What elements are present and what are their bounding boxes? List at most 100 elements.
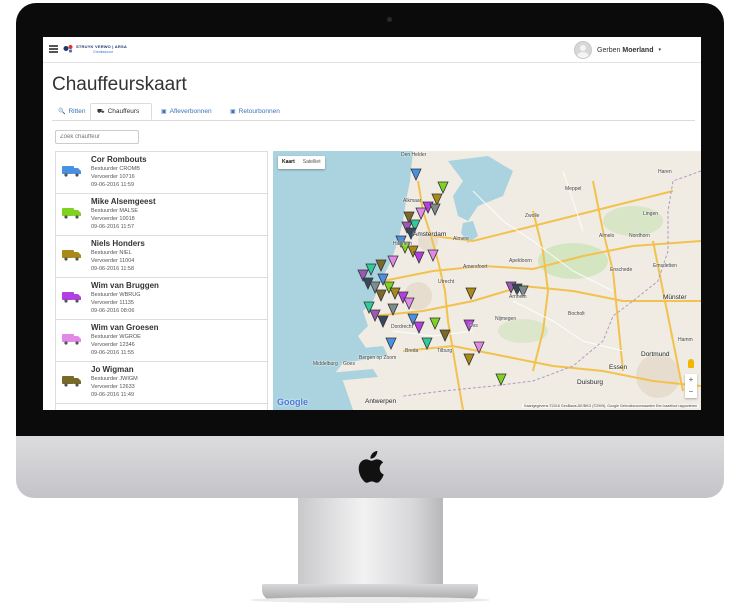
driver-timestamp: 09-06-2016 11:59 xyxy=(91,182,135,188)
vehicle-marker-icon[interactable] xyxy=(365,263,377,276)
vehicle-marker-icon[interactable] xyxy=(427,249,439,262)
map-label: Amersfoort xyxy=(463,264,488,270)
user-menu[interactable]: Gerben Moerland ▾ xyxy=(574,41,661,59)
map-label: Emsdetten xyxy=(653,263,677,269)
user-name: Gerben Moerland xyxy=(597,47,653,54)
logo-mark-icon xyxy=(63,45,73,53)
map-type-control[interactable]: Kaart Satelliet xyxy=(278,156,325,169)
driver-bestuurder: Bestuurder NIEL xyxy=(91,250,132,256)
page-title: Chauffeurskaart xyxy=(52,74,187,95)
zoom-in-button[interactable]: + xyxy=(685,374,697,386)
map-label: Hamm xyxy=(678,337,693,343)
zoom-out-button[interactable]: − xyxy=(685,386,697,398)
vehicle-marker-icon[interactable] xyxy=(413,321,425,334)
vehicle-marker-icon[interactable] xyxy=(495,373,507,386)
driver-list-item[interactable]: Niels Honders Bestuurder NIEL Vervoerder 1… xyxy=(56,236,267,278)
vehicle-marker-icon[interactable] xyxy=(375,259,387,272)
truck-icon xyxy=(62,250,81,261)
vehicle-marker-icon[interactable] xyxy=(415,207,427,220)
truck-icon xyxy=(62,208,81,219)
tab-label: Afleverbonnen xyxy=(169,108,212,115)
user-last-name: Moerland xyxy=(622,46,654,54)
map-type-satelliet[interactable]: Satelliet xyxy=(299,156,325,169)
driver-timestamp: 09-06-2016 11:55 xyxy=(91,350,135,356)
driver-name: Wim van Bruggen xyxy=(91,281,159,290)
driver-list-item[interactable]: Cor Rombouts Bestuurder CROMB Vervoerder 1… xyxy=(56,152,267,194)
vehicle-marker-icon[interactable] xyxy=(429,203,441,216)
tab-ritten[interactable]: 🔍 Ritten xyxy=(52,103,88,120)
tab-label: Ritten xyxy=(68,108,86,115)
screen: STRUYK VERWO | ARSA Grindladoost Gerben … xyxy=(43,37,701,410)
vehicle-marker-icon[interactable] xyxy=(387,303,399,316)
logo-text: STRUYK VERWO | ARSA xyxy=(76,44,127,49)
map-label: Antwerpen xyxy=(365,398,397,405)
driver-list-item[interactable]: Mike Alsemgeest Bestuurder MALSE Vervoerde… xyxy=(56,194,267,236)
stand-shadow xyxy=(250,597,490,603)
tab-retourbonnen[interactable]: ▣ Retourbonnen xyxy=(224,103,288,120)
driver-name: Mike Alsemgeest xyxy=(91,197,156,206)
google-logo: Google xyxy=(277,397,308,407)
map[interactable]: Kaart Satelliet Den Helder Alkmaar Haarl… xyxy=(273,151,701,410)
driver-timestamp: 09-06-2016 11:58 xyxy=(91,266,135,272)
map-label: Breda xyxy=(405,348,419,354)
tab-chauffeurs[interactable]: ⛟ Chauffeurs xyxy=(90,103,152,120)
user-first-name: Gerben xyxy=(597,46,621,54)
vehicle-marker-icon[interactable] xyxy=(369,309,381,322)
driver-vervoerder: Vervoerder 11135 xyxy=(91,300,134,306)
vehicle-marker-icon[interactable] xyxy=(439,329,451,342)
vehicle-marker-icon[interactable] xyxy=(387,255,399,268)
vehicle-marker-icon[interactable] xyxy=(473,341,485,354)
map-label: Alkmaar xyxy=(403,198,422,204)
driver-list-item[interactable]: Jo Wigman Bestuurder JWIGM Vervoerder 1263… xyxy=(56,362,267,404)
vehicle-marker-icon[interactable] xyxy=(431,193,443,206)
search-input[interactable] xyxy=(55,130,139,144)
top-navbar: STRUYK VERWO | ARSA Grindladoost Gerben … xyxy=(43,37,701,63)
map-label: Dordrecht xyxy=(391,324,413,330)
map-markers[interactable] xyxy=(273,151,701,410)
driver-list-item[interactable]: Wim van Bruggen Bestuurder WBRUG Vervoerde… xyxy=(56,278,267,320)
truck-icon xyxy=(62,376,81,387)
truck-icon xyxy=(62,334,81,345)
driver-list-item[interactable]: Wim van Groesen Bestuurder WGROE Vervoerde… xyxy=(56,320,267,362)
vehicle-marker-icon[interactable] xyxy=(403,297,415,310)
driver-list[interactable]: Cor Rombouts Bestuurder CROMB Vervoerder 1… xyxy=(55,151,268,410)
driver-name: Niels Honders xyxy=(91,239,145,248)
map-label: Dortmund xyxy=(641,351,670,358)
map-label: Haren xyxy=(658,169,672,175)
vehicle-marker-icon[interactable] xyxy=(429,317,441,330)
driver-vervoerder: Vervoerder 10018 xyxy=(91,216,135,222)
apple-logo-icon xyxy=(358,450,384,483)
vehicle-marker-icon[interactable] xyxy=(413,251,425,264)
street-view-pegman-icon[interactable] xyxy=(688,359,694,368)
vehicle-marker-icon[interactable] xyxy=(385,337,397,350)
vehicle-marker-icon[interactable] xyxy=(410,168,422,181)
map-label: Bergen op Zoom xyxy=(359,355,397,361)
monitor-stand-neck xyxy=(298,498,443,584)
tab-label: Retourbonnen xyxy=(238,108,280,115)
map-label: Amsterdam xyxy=(413,231,447,238)
vehicle-marker-icon[interactable] xyxy=(437,181,449,194)
vehicle-marker-icon[interactable] xyxy=(377,315,389,328)
map-label: Apeldoorn xyxy=(509,258,532,264)
map-label: Essen xyxy=(609,364,628,371)
map-label: Den Helder xyxy=(401,152,427,158)
truck-icon xyxy=(62,292,81,303)
vehicle-marker-icon[interactable] xyxy=(463,353,475,366)
map-label: Haarlem xyxy=(393,241,412,247)
driver-name: Wim van Groesen xyxy=(91,323,159,332)
vehicle-marker-icon[interactable] xyxy=(421,337,433,350)
zoom-control[interactable]: + − xyxy=(685,374,697,398)
map-attribution[interactable]: Kaartgegevens ©2016 GeoBasis-DE/BKG (©20… xyxy=(522,404,699,408)
map-type-kaart[interactable]: Kaart xyxy=(278,156,299,169)
document-icon: ▣ xyxy=(161,109,167,115)
map-label: Nijmegen xyxy=(495,316,517,322)
hamburger-menu-icon[interactable] xyxy=(49,45,58,53)
tab-afleverbonnen[interactable]: ▣ Afleverbonnen xyxy=(155,103,219,120)
map-label: Zwolle xyxy=(525,213,540,219)
driver-timestamp: 09-06-2016 11:57 xyxy=(91,224,135,230)
vehicle-marker-icon[interactable] xyxy=(375,289,387,302)
vehicle-marker-icon[interactable] xyxy=(465,287,477,300)
driver-timestamp: 09-06-2016 08:06 xyxy=(91,308,135,314)
logo-subtext: Grindladoost xyxy=(93,50,113,54)
company-logo[interactable]: STRUYK VERWO | ARSA Grindladoost xyxy=(63,43,127,57)
